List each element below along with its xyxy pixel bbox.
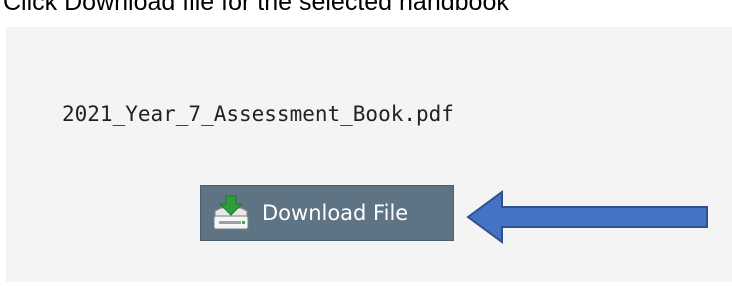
download-file-label: Download File [262, 201, 409, 225]
download-file-button[interactable]: Download File [200, 185, 454, 241]
download-tray-icon [209, 195, 253, 231]
left-arrow-icon [466, 190, 710, 249]
file-name: 2021_Year_7_Assessment_Book.pdf [62, 102, 454, 126]
instruction-caption: Click Download file for the selected han… [3, 0, 509, 16]
